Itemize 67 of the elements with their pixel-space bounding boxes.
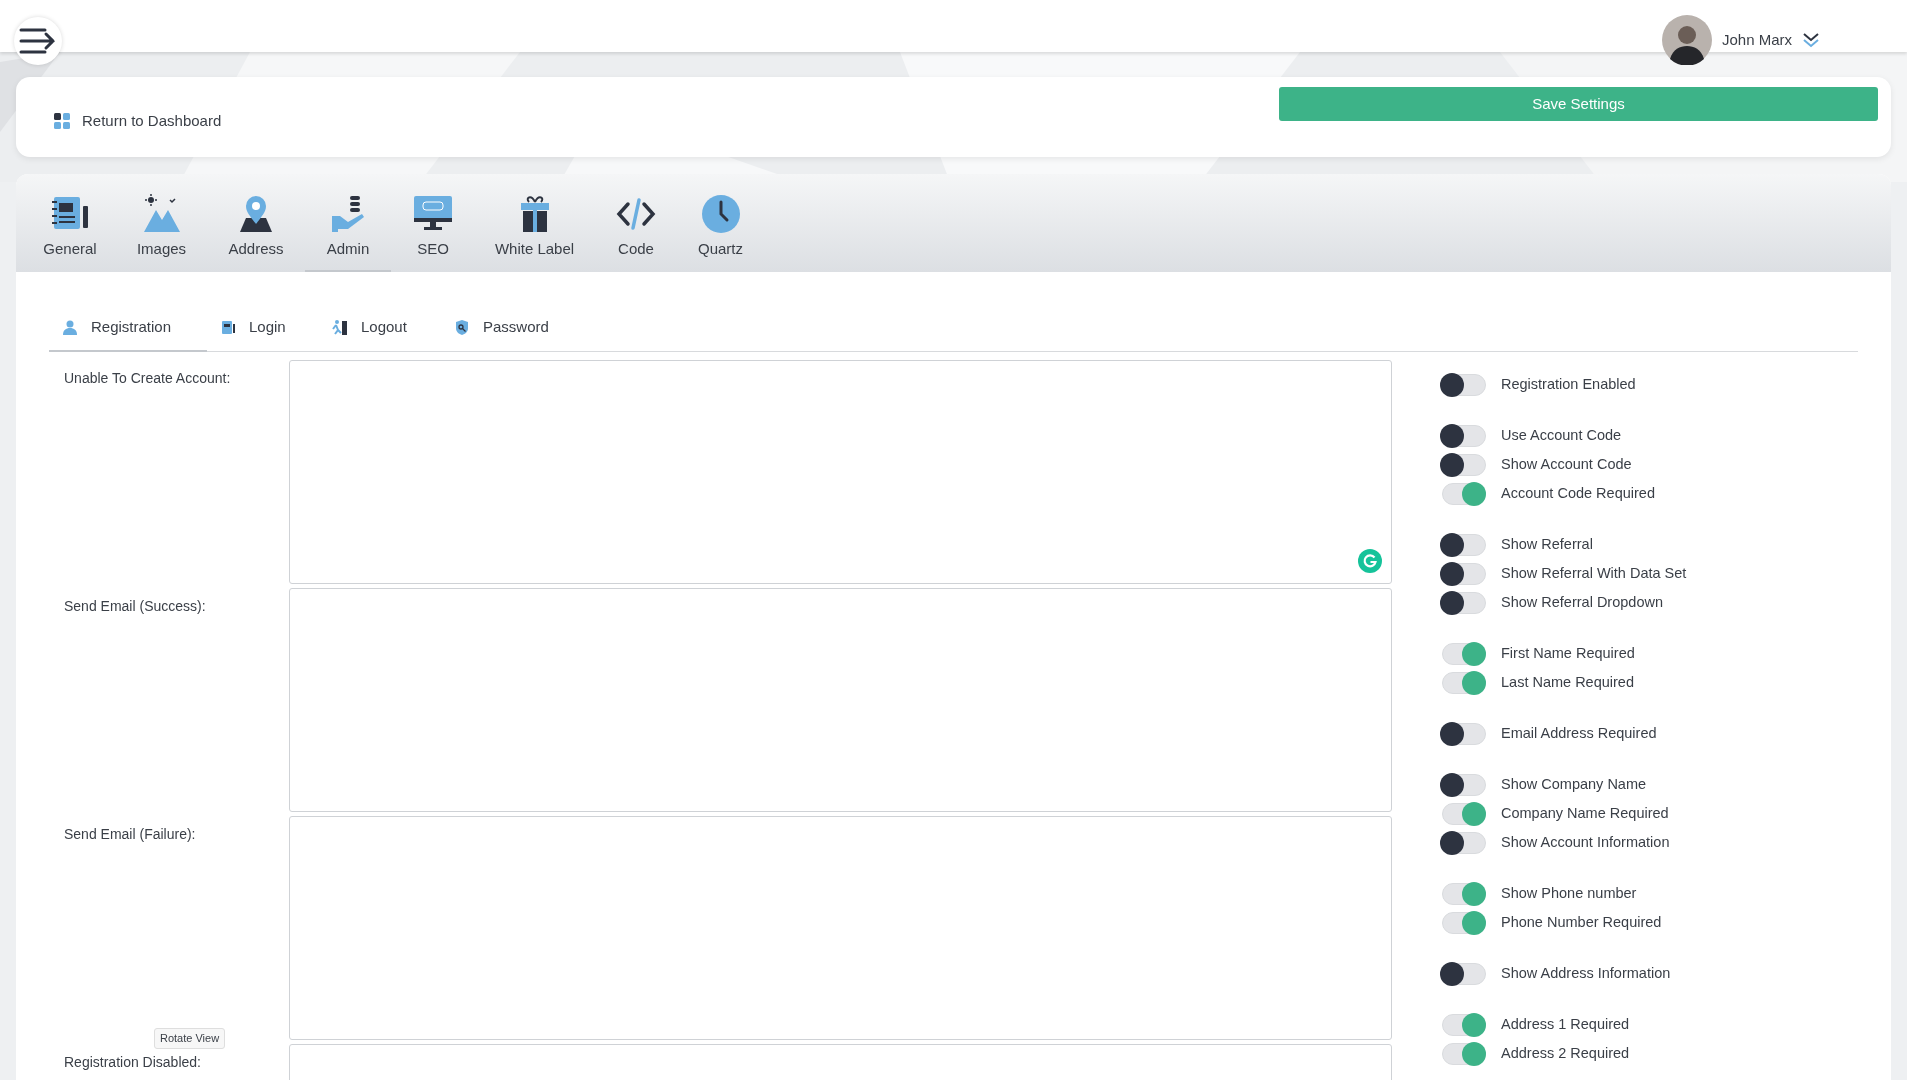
toggle-switch[interactable] [1440, 911, 1486, 935]
toggle-label: Show Referral With Data Set [1501, 564, 1687, 584]
toggle-switch[interactable] [1440, 482, 1486, 506]
settings-tab[interactable]: Images [116, 193, 207, 272]
toggle-label: Show Address Information [1501, 964, 1671, 984]
toggle-label: Show Company Name [1501, 775, 1647, 795]
dashboard-icon [54, 113, 70, 130]
toggle-label: Email Address Required [1501, 724, 1657, 744]
chevron-down-icon[interactable] [1802, 32, 1821, 48]
clock-icon [700, 193, 741, 234]
toggle-label: Use Account Code [1501, 426, 1622, 446]
toggle-label: Phone Number Required [1501, 913, 1662, 933]
toggle-label: Address 1 Required [1501, 1015, 1630, 1035]
toggle-switch[interactable] [1440, 1013, 1486, 1037]
grammar-check-icon[interactable] [1358, 549, 1382, 573]
toggle-switch[interactable] [1440, 831, 1486, 855]
avatar[interactable] [1662, 15, 1712, 65]
toggle-switch[interactable] [1440, 1042, 1486, 1066]
menu-button[interactable] [14, 17, 62, 65]
toggle-switch[interactable] [1440, 642, 1486, 666]
field-label: Unable To Create Account: [63, 369, 232, 388]
field-label: Send Email (Success): [63, 597, 207, 616]
section-tab[interactable]: Logout [319, 312, 441, 352]
settings-tab[interactable]: Code [594, 193, 678, 272]
settings-tab[interactable]: General [24, 193, 116, 272]
toggle-switch[interactable] [1440, 533, 1486, 557]
section-tab[interactable]: Password [441, 312, 561, 352]
notebook-icon [220, 318, 236, 336]
settings-tab[interactable]: Admin [305, 193, 391, 272]
toggle-switch[interactable] [1440, 671, 1486, 695]
section-tab[interactable]: Login [207, 312, 319, 352]
settings-tab[interactable]: White Label [475, 193, 594, 272]
toggle-label: Last Name Required [1501, 673, 1634, 693]
toggle-switch[interactable] [1440, 722, 1486, 746]
toggle-switch[interactable] [1440, 453, 1486, 477]
section-tab[interactable]: Registration [49, 312, 207, 352]
toggle-label: Show Referral Dropdown [1501, 593, 1663, 613]
mountain-icon [141, 193, 182, 234]
toggle-switch[interactable] [1440, 773, 1486, 797]
exit-door-icon [332, 318, 348, 336]
toggle-switch[interactable] [1440, 373, 1486, 397]
toggle-label: Show Account Information [1501, 833, 1670, 853]
toggle-label: Show Referral [1501, 535, 1593, 555]
toggle-label: Show Phone number [1501, 884, 1637, 904]
settings-tab[interactable]: SEO [391, 193, 475, 272]
settings-tab[interactable]: Quartz [678, 193, 763, 272]
toggle-label: Company Name Required [1501, 804, 1669, 824]
toggle-switch[interactable] [1440, 562, 1486, 586]
user-name[interactable]: John Marx [1722, 28, 1793, 52]
toggle-switch[interactable] [1440, 591, 1486, 615]
field-label: Send Email (Failure): [63, 825, 197, 844]
toggle-switch[interactable] [1440, 962, 1486, 986]
toggle-label: First Name Required [1501, 644, 1635, 664]
toggle-label: Account Code Required [1501, 484, 1655, 504]
toggle-switch[interactable] [1440, 802, 1486, 826]
tooltip: Rotate View [154, 1028, 226, 1049]
toggle-label: Address 2 Required [1501, 1044, 1630, 1064]
shield-key-icon [454, 318, 470, 336]
field-label: Registration Disabled: [63, 1053, 202, 1072]
menu-icon [19, 27, 57, 55]
toggle-switch[interactable] [1440, 424, 1486, 448]
settings-tab[interactable]: Address [207, 193, 305, 272]
toggle-switch[interactable] [1440, 882, 1486, 906]
toggle-label: Registration Enabled [1501, 375, 1636, 395]
return-link[interactable]: Return to Dashboard [54, 110, 222, 133]
user-icon [62, 318, 78, 336]
toggle-label: Show Account Code [1501, 455, 1632, 475]
